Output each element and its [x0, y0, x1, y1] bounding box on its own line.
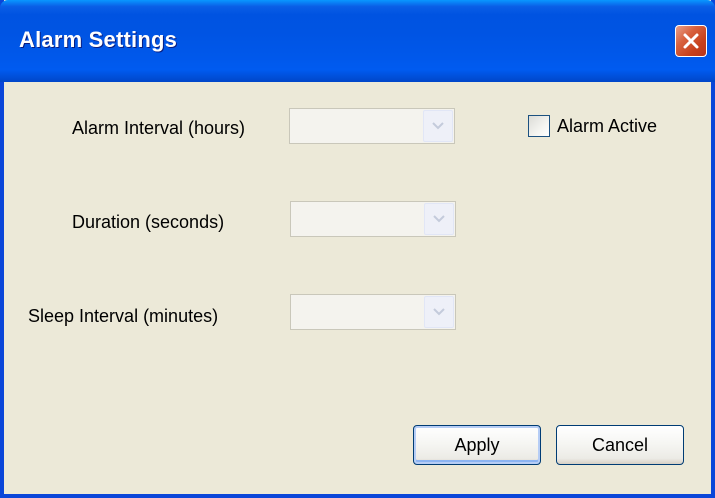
close-icon: [683, 33, 699, 49]
chevron-down-icon: [433, 215, 445, 223]
sleep-interval-dropdown-button[interactable]: [424, 296, 454, 328]
chevron-down-icon: [433, 308, 445, 316]
duration-dropdown[interactable]: [290, 201, 456, 237]
duration-dropdown-button[interactable]: [424, 203, 454, 235]
alarm-interval-label: Alarm Interval (hours): [72, 118, 246, 138]
window-title: Alarm Settings: [19, 27, 178, 52]
alarm-settings-dialog: Alarm Settings Alarm Interval (hours) Al…: [0, 0, 715, 498]
title-bar[interactable]: Alarm Settings: [0, 0, 715, 82]
alarm-active-label[interactable]: Alarm Active: [557, 116, 657, 137]
duration-label: Duration (seconds): [72, 212, 225, 232]
sleep-interval-dropdown[interactable]: [290, 294, 456, 330]
close-button[interactable]: [675, 25, 707, 57]
cancel-button[interactable]: Cancel: [556, 425, 684, 465]
chevron-down-icon: [432, 122, 444, 130]
apply-button[interactable]: Apply: [413, 425, 541, 465]
alarm-interval-dropdown[interactable]: [289, 108, 455, 144]
sleep-interval-label: Sleep Interval (minutes): [28, 306, 219, 326]
alarm-active-checkbox[interactable]: [528, 115, 550, 137]
alarm-interval-dropdown-button[interactable]: [423, 110, 453, 142]
